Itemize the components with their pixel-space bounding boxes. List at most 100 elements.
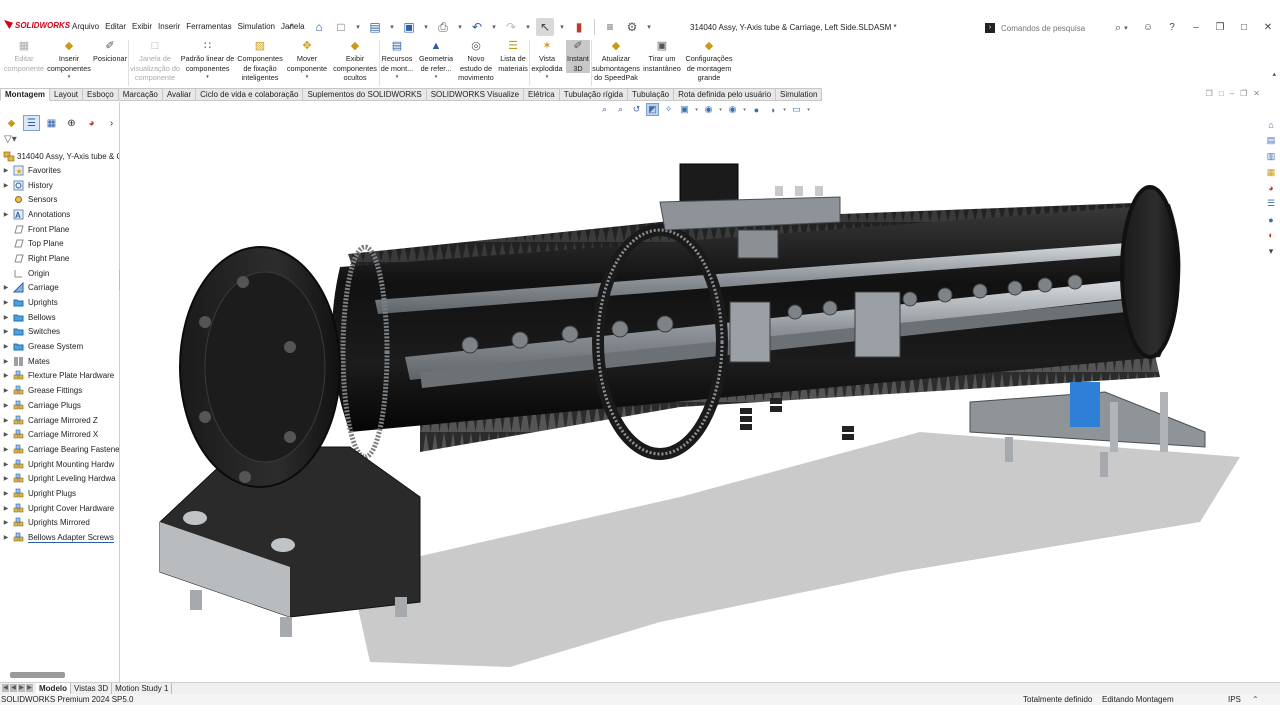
file-explorer-icon[interactable]: ▥ — [1264, 150, 1278, 164]
undo-icon[interactable]: ↶ — [468, 18, 486, 36]
expand-arrow-icon[interactable]: ▶ — [0, 519, 12, 526]
tree-item-switches[interactable]: ▶ Switches — [0, 325, 119, 340]
tree-item-carriage-bearing-fastene[interactable]: ▶ Carriage Bearing Fastene — [0, 442, 119, 457]
next-tab-icon[interactable]: ▶ — [18, 684, 25, 692]
display-manager-tab-icon[interactable]: ◕ — [83, 115, 100, 131]
viewport-close-icon[interactable]: ✕ — [1253, 89, 1260, 98]
tree-item-mates[interactable]: ▶ Mates — [0, 354, 119, 369]
zoom-to-fit-icon[interactable]: ⌕ — [598, 103, 611, 116]
user-account-icon[interactable]: ☺ — [1136, 16, 1160, 38]
tree-item-history[interactable]: ▶ History — [0, 178, 119, 193]
help-icon[interactable]: ? — [1160, 16, 1184, 38]
tree-horizontal-scrollbar[interactable] — [10, 672, 65, 678]
tree-item-carriage[interactable]: ▶ Carriage — [0, 281, 119, 296]
cm-edit-component-button[interactable]: ▦ Editar componente — [3, 40, 45, 73]
forum-icon[interactable]: ● — [1264, 213, 1278, 227]
traffic-light-rebuild-icon[interactable]: ▮ — [570, 18, 588, 36]
command-search[interactable]: › ⌕ ▾ — [985, 19, 1135, 37]
viewport-layout-icon[interactable]: □ — [1219, 89, 1224, 98]
open-dropdown-icon[interactable]: ▾ — [388, 18, 396, 36]
close-icon[interactable]: ✕ — [1256, 16, 1280, 38]
pin-menu-icon[interactable]: ↗ — [287, 21, 295, 32]
design-library-icon[interactable]: ▤ — [1264, 134, 1278, 148]
select-arrow-icon[interactable]: ↖ — [536, 18, 554, 36]
viewport-restore-icon[interactable]: ❐ — [1240, 89, 1247, 98]
cm-motion-study-button[interactable]: ◎ Novo estudo de movimento — [457, 40, 495, 83]
dropdown-caret-icon[interactable]: ▾ — [546, 73, 549, 83]
menu-simulation[interactable]: Simulation — [238, 22, 275, 31]
tree-item-carriage-plugs[interactable]: ▶ Carriage Plugs — [0, 398, 119, 413]
hide-show-items-icon[interactable]: ◉ — [726, 103, 739, 116]
feature-manager-tab-icon[interactable]: ◆ — [3, 115, 20, 131]
view-settings-dropdown-icon[interactable]: ▾ — [806, 103, 811, 116]
tree-item-flexture-plate-hardware[interactable]: ▶ Flexture Plate Hardware — [0, 369, 119, 384]
tree-item-grease-fittings[interactable]: ▶ Grease Fittings — [0, 383, 119, 398]
tree-item-right-plane[interactable]: Right Plane — [0, 251, 119, 266]
solidworks-logo[interactable]: SOLIDWORKS — [4, 20, 70, 30]
view-palette-icon[interactable]: ▦ — [1264, 165, 1278, 179]
tree-item-sensors[interactable]: Sensors — [0, 192, 119, 207]
cm-assembly-features-button[interactable]: ▤ Recursos de mont... ▾ — [378, 40, 416, 83]
tree-item-front-plane[interactable]: Front Plane — [0, 222, 119, 237]
search-input[interactable] — [1001, 23, 1111, 33]
view-orientation-icon[interactable]: ▣ — [678, 103, 691, 116]
cm-instant3d-button[interactable]: ✐ Instant 3D — [566, 40, 590, 73]
dropdown-caret-icon[interactable]: ▾ — [396, 73, 399, 83]
cm-speedpak-button[interactable]: ◆ Atualizar submontagens do SpeedPak — [591, 40, 641, 83]
view-orientation-dropdown-icon[interactable]: ▾ — [694, 103, 699, 116]
cm-linear-pattern-button[interactable]: ∷ Padrão linear de componentes ▾ — [180, 40, 235, 83]
previous-view-icon[interactable]: ↺ — [630, 103, 643, 116]
solidworks-resources-icon[interactable]: ⌂ — [1264, 118, 1278, 132]
tab-ciclo-de-vida[interactable]: Ciclo de vida e colaboração — [196, 88, 304, 101]
options-dropdown-icon[interactable]: ▾ — [645, 18, 653, 36]
expand-arrow-icon[interactable]: ▶ — [0, 314, 12, 321]
select-dropdown-icon[interactable]: ▾ — [558, 18, 566, 36]
tree-item-grease-system[interactable]: ▶ Grease System — [0, 339, 119, 354]
tree-item-bellows-adapter-screws[interactable]: ▶ Bellows Adapter Screws — [0, 530, 119, 545]
cm-bom-button[interactable]: ☰ Lista de materiais — [498, 40, 528, 73]
section-view-icon[interactable]: ◩ — [646, 103, 659, 116]
tab-tubulacao-rigida[interactable]: Tubulação rígida — [559, 88, 629, 101]
undo-dropdown-icon[interactable]: ▾ — [490, 18, 498, 36]
expand-arrow-icon[interactable]: ▶ — [0, 182, 12, 189]
expand-arrow-icon[interactable]: ▶ — [0, 284, 12, 291]
cm-large-assembly-button[interactable]: ◆ Configurações de montagem grande — [684, 40, 734, 83]
appearances-icon[interactable]: ◕ — [1264, 181, 1278, 195]
tab-suplementos[interactable]: Suplementos do SOLIDWORKS — [303, 88, 427, 101]
filter-icon[interactable]: ▽▾ — [4, 134, 17, 145]
unit-system-caret-icon[interactable]: ⌃ — [1252, 694, 1259, 705]
tree-item-upright-leveling-hardwa[interactable]: ▶ Upright Leveling Hardwa — [0, 471, 119, 486]
expand-arrow-icon[interactable]: ▶ — [0, 299, 12, 306]
scene-dropdown-icon[interactable]: ▾ — [782, 103, 787, 116]
apply-scene-icon[interactable]: ◑ — [766, 103, 779, 116]
dropdown-caret-icon[interactable]: ▾ — [68, 73, 71, 83]
tree-item-uprights[interactable]: ▶ Uprights — [0, 295, 119, 310]
tree-item-carriage-mirrored-z[interactable]: ▶ Carriage Mirrored Z — [0, 413, 119, 428]
cm-component-preview-button[interactable]: □ Janela de visualização do componente — [130, 40, 180, 83]
tree-item-upright-cover-hardware[interactable]: ▶ Upright Cover Hardware — [0, 501, 119, 516]
tab-tubulacao[interactable]: Tubulação — [628, 88, 675, 101]
menu-ferramentas[interactable]: Ferramentas — [186, 22, 231, 31]
expand-arrow-icon[interactable]: ▶ — [0, 490, 12, 497]
expand-arrow-icon[interactable]: ▶ — [0, 417, 12, 424]
last-tab-icon[interactable]: ▶ — [26, 684, 33, 692]
tab-simulation[interactable]: Simulation — [776, 88, 823, 101]
tree-item-favorites[interactable]: ▶ ★ Favorites — [0, 163, 119, 178]
expand-arrow-icon[interactable]: ▶ — [0, 475, 12, 482]
tree-item-annotations[interactable]: ▶ A Annotations — [0, 207, 119, 222]
cm-snapshot-button[interactable]: ▣ Tirar um instantâneo — [643, 40, 681, 73]
menu-editar[interactable]: Editar — [105, 22, 126, 31]
dropdown-caret-icon[interactable]: ▾ — [435, 73, 438, 83]
first-tab-icon[interactable]: ◀ — [2, 684, 9, 692]
expand-arrow-icon[interactable]: ▶ — [0, 431, 12, 438]
task-pane-dropdown-icon[interactable]: ▾ — [1264, 244, 1278, 258]
expand-arrow-icon[interactable]: ▶ — [0, 446, 12, 453]
file-properties-icon[interactable]: ≡ — [601, 18, 619, 36]
save-icon[interactable]: ▣ — [400, 18, 418, 36]
redo-icon[interactable]: ↷ — [502, 18, 520, 36]
prev-tab-icon[interactable]: ◀ — [10, 684, 17, 692]
tree-item-origin[interactable]: Origin — [0, 266, 119, 281]
graphics-area[interactable]: ⌕ ⌕ ↺ ◩ ✧ ▣ ▾ ◉ ▾ ◉ ▾ ● ◑ ▾ ▭ ▾ — [120, 102, 1262, 682]
custom-properties-icon[interactable]: ☰ — [1264, 197, 1278, 211]
cm-move-component-button[interactable]: ✥ Mover componente ▾ — [285, 40, 329, 83]
